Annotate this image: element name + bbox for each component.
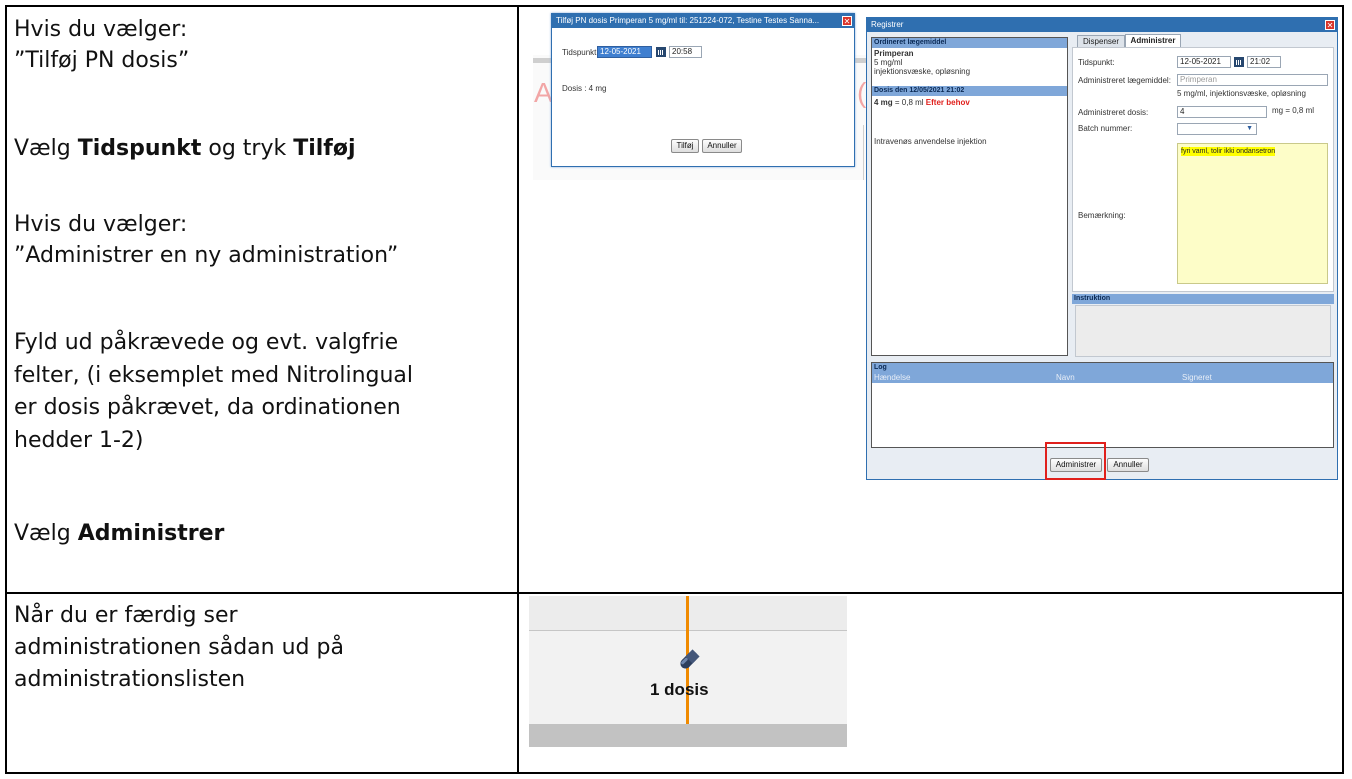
log-col-signeret: Signeret	[1182, 373, 1212, 382]
text-tilfoej-pn-dosis: ”Tilføj PN dosis”	[14, 48, 190, 73]
chevron-down-icon: ▼	[1246, 125, 1253, 132]
remark-label: Bemærkning:	[1078, 211, 1126, 220]
dosis-text: Dosis : 4 mg	[562, 84, 607, 93]
text-fyld-4: hedder 1-2)	[14, 428, 144, 453]
text-fyld-2: felter, (i eksemplet med Nitrolingual	[14, 363, 414, 388]
text-og-tryk: og tryk	[201, 136, 294, 161]
dose-count-label: 1 dosis	[650, 680, 709, 699]
tab-dispenser[interactable]: Dispenser	[1077, 35, 1125, 47]
text-administrer-ny: ”Administrer en ny administration”	[14, 243, 399, 268]
column-divider	[517, 7, 519, 772]
text-tidspunkt-bold: Tidspunkt	[77, 136, 202, 161]
calendar-icon[interactable]	[656, 47, 666, 57]
background-letter-c: (	[857, 77, 867, 108]
text-fyld-3: er dosis påkrævet, da ordinationen	[14, 395, 401, 420]
tidspunkt-label: Tidspunkt:	[1078, 58, 1115, 67]
order-panel: Ordineret lægemiddel Primperan 5 mg/ml i…	[871, 37, 1068, 356]
text-vaelg-tidspunkt: Vælg Tidspunkt og tryk Tilføj	[14, 133, 356, 164]
text-vaelg-administrer: Vælg Administrer	[14, 518, 224, 549]
dose-amount: 4 mg	[874, 98, 893, 107]
text-hvis-vaelger-2: Hvis du vælger:	[14, 212, 188, 237]
adm-dose-input[interactable]: 4	[1177, 106, 1267, 118]
adm-dose-unit: mg = 0,8 ml	[1272, 106, 1315, 115]
adm-drug-select[interactable]: Primperan	[1177, 74, 1328, 86]
text-fyld-1: Fyld ud påkrævede og evt. valgfrie	[14, 330, 399, 355]
register-dialog: Registrer ✕ Ordineret lægemiddel Primper…	[866, 17, 1338, 480]
log-col-navn: Navn	[1056, 373, 1075, 382]
text-naar-faerdig: Når du er færdig ser	[14, 603, 238, 628]
tab-administrer[interactable]: Administrer	[1125, 34, 1181, 47]
batch-select[interactable]: ▼	[1177, 123, 1257, 135]
administration-list-snippet: 1 dosis	[529, 596, 847, 747]
pn-dialog-title: Tilføj PN dosis Primperan 5 mg/ml til: 2…	[552, 14, 854, 28]
date-field[interactable]: 12-05-2021	[597, 46, 652, 58]
instruktion-panel	[1075, 305, 1331, 357]
dose-flag: Efter behov	[925, 98, 970, 107]
route-text: Intravenøs anvendelse injektion	[874, 137, 987, 146]
adm-drug-form: 5 mg/ml, injektionsvæske, opløsning	[1177, 89, 1306, 98]
batch-label: Batch nummer:	[1078, 124, 1133, 133]
dosis-header: Dosis den 12/05/2021 21:02	[872, 86, 1067, 96]
background-letter-a: A	[534, 77, 553, 108]
close-icon[interactable]: ✕	[1325, 20, 1335, 30]
adm-dose-label: Administreret dosis:	[1078, 108, 1149, 117]
bottom-strip	[529, 724, 847, 747]
remark-text: fyri vaml, tolir ikki ondansetron	[1181, 147, 1276, 156]
text-administrationen: administrationen sådan ud på	[14, 635, 344, 660]
log-header: Log	[872, 363, 1333, 373]
dose-line: 4 mg = 0,8 ml Efter behov	[874, 98, 970, 108]
text-vaelg: Vælg	[14, 136, 78, 161]
text-administrationslisten: administrationslisten	[14, 667, 246, 692]
ordineret-header: Ordineret lægemiddel	[872, 38, 1067, 48]
adm-drug-label: Administreret lægemiddel:	[1078, 76, 1171, 85]
time-field[interactable]: 21:02	[1247, 56, 1281, 68]
remark-textarea[interactable]: fyri vaml, tolir ikki ondansetron	[1177, 143, 1328, 284]
text-administrer-bold: Administrer	[77, 521, 225, 546]
pill-icon	[680, 649, 700, 669]
time-field[interactable]: 20:58	[669, 46, 702, 58]
calendar-icon[interactable]	[1234, 57, 1244, 67]
tidspunkt-label: Tidspunkt:	[562, 48, 599, 57]
register-dialog-title: Registrer	[867, 18, 1337, 32]
date-field[interactable]: 12-05-2021	[1177, 56, 1231, 68]
administrer-highlight-box	[1045, 442, 1106, 480]
text-vaelg: Vælg	[14, 521, 78, 546]
text-hvis-vaelger-1: Hvis du vælger:	[14, 17, 188, 42]
text-tilfoej-bold: Tilføj	[293, 136, 356, 161]
row-divider	[7, 592, 1342, 594]
pn-dose-dialog: Tilføj PN dosis Primperan 5 mg/ml til: 2…	[551, 13, 855, 167]
dose-equivalent: = 0,8 ml	[892, 98, 926, 107]
log-panel: Log Hændelse Navn Signeret	[871, 362, 1334, 448]
drug-form: injektionsvæske, opløsning	[874, 67, 971, 76]
cancel-button[interactable]: Annuller	[702, 139, 742, 153]
close-icon[interactable]: ✕	[842, 16, 852, 26]
background-vline	[863, 125, 864, 180]
annuller-button[interactable]: Annuller	[1107, 458, 1149, 472]
instruktion-header: Instruktion	[1072, 294, 1334, 304]
add-button[interactable]: Tilføj	[671, 139, 699, 153]
log-columns: Hændelse Navn Signeret	[872, 373, 1333, 383]
background-bar	[533, 58, 553, 63]
log-col-haendelse: Hændelse	[874, 373, 911, 382]
